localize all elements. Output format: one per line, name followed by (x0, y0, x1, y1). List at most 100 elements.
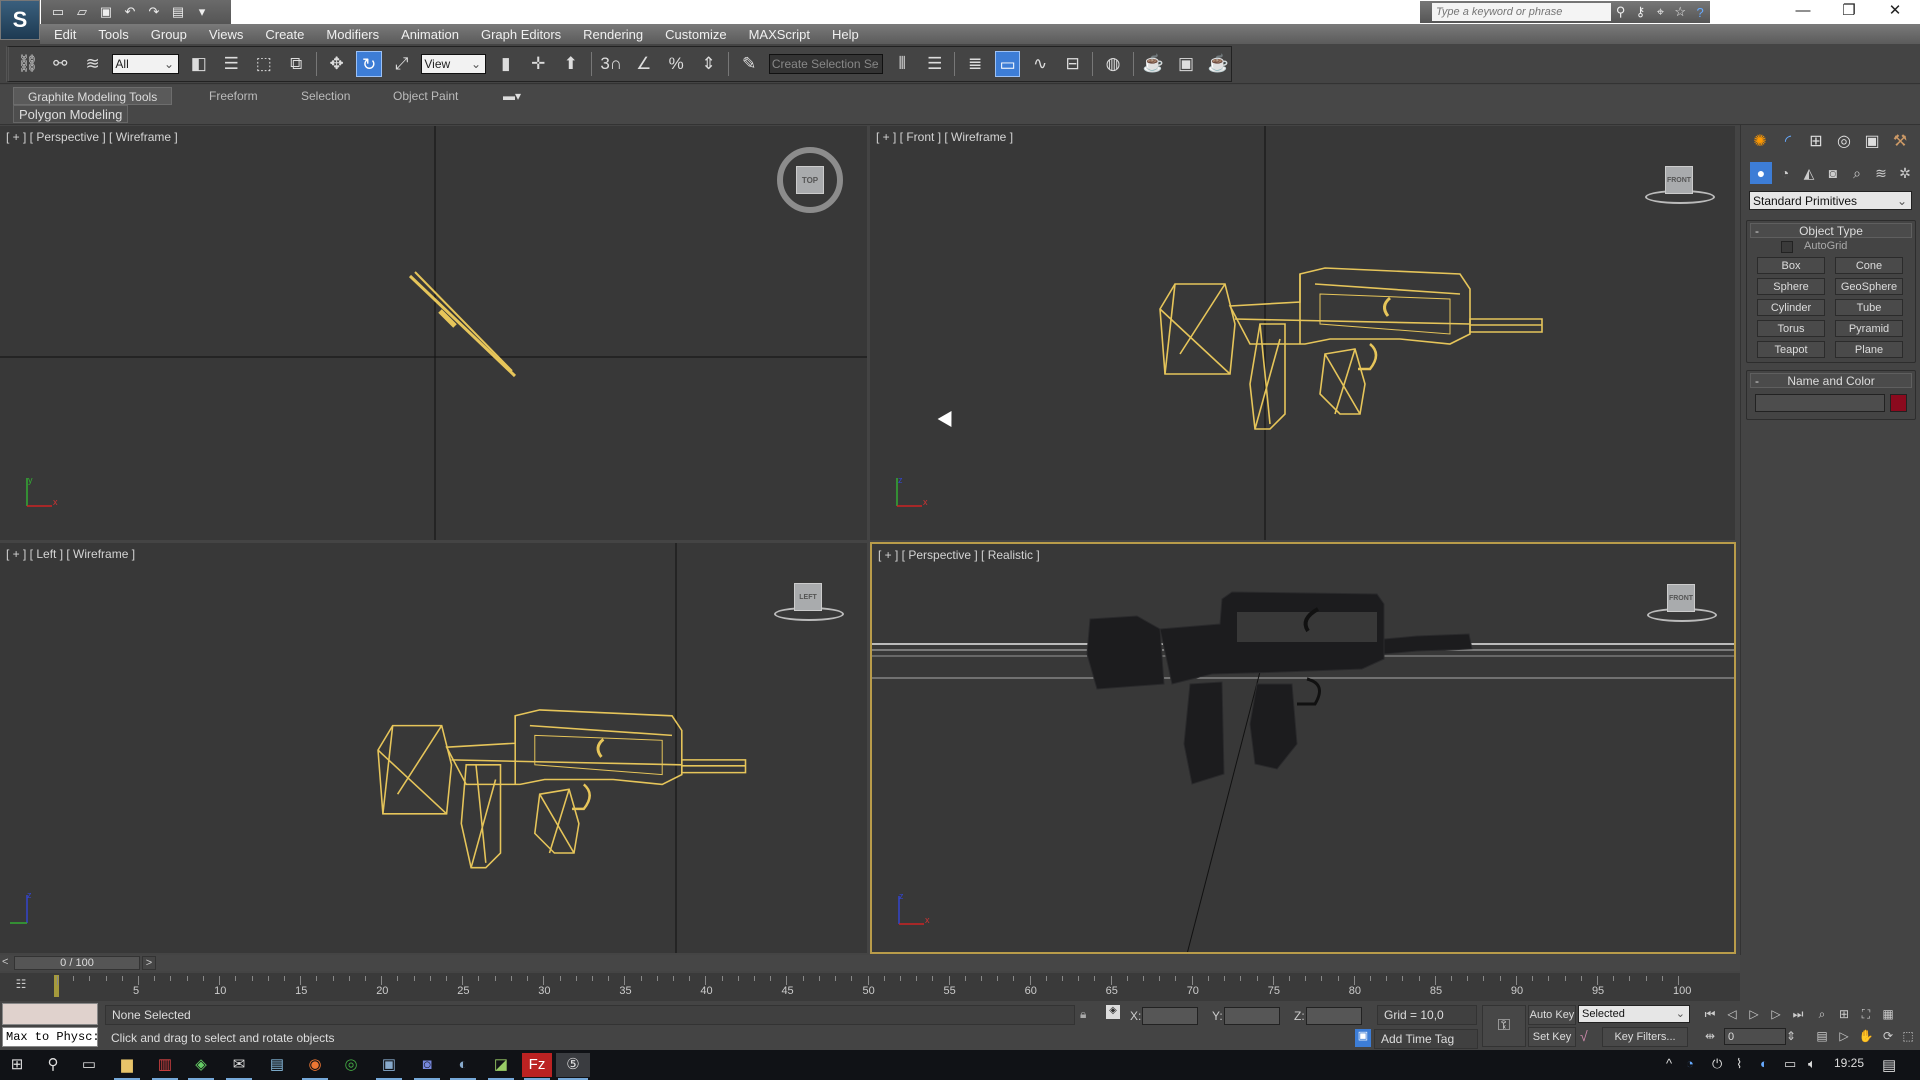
menu-create[interactable]: Create (265, 27, 304, 42)
auto-key-button[interactable]: Auto Key (1528, 1005, 1576, 1025)
menu-maxscript[interactable]: MAXScript (749, 27, 810, 42)
named-selection-dropdown[interactable]: Create Selection Se ⌄ (768, 54, 883, 74)
discord-icon[interactable]: ◙ (412, 1053, 442, 1080)
3ds-max-icon[interactable]: ⑤ (556, 1053, 590, 1080)
gun-realistic-object[interactable] (1086, 591, 1473, 785)
task-view-icon[interactable]: ▭ (74, 1053, 104, 1077)
bind-space-warp-icon[interactable]: ≋ (80, 51, 105, 77)
object-category-dropdown[interactable]: Standard Primitives ⌄ (1749, 191, 1912, 210)
plane-button[interactable]: Plane (1835, 341, 1903, 358)
select-and-rotate-icon[interactable]: ↻ (356, 51, 382, 77)
close-button[interactable]: ✕ (1872, 0, 1918, 24)
key-icon[interactable]: ⚷ (1631, 4, 1651, 20)
minimize-button[interactable]: — (1780, 0, 1826, 24)
viewcube[interactable]: TOP (796, 166, 824, 194)
mirror-icon[interactable]: ⫴ (890, 51, 915, 77)
space-warps-icon[interactable]: ≋ (1870, 162, 1892, 184)
torus-button[interactable]: Torus (1757, 320, 1825, 337)
tab-graphite-modeling-tools[interactable]: Graphite Modeling Tools (13, 87, 173, 105)
ribbon-options-icon[interactable]: ▬▾ (503, 87, 521, 105)
maximize-button[interactable]: ❐ (1826, 0, 1872, 24)
satellite-icon[interactable]: ⌖ (1650, 4, 1670, 20)
go-to-start-icon[interactable]: ⏮ (1700, 1005, 1720, 1023)
menu-tools[interactable]: Tools (98, 27, 128, 42)
hierarchy-tab-icon[interactable]: ⊞ (1803, 129, 1829, 155)
menu-group[interactable]: Group (151, 27, 187, 42)
chrome-icon[interactable]: ◎ (336, 1053, 366, 1077)
previous-key-icon[interactable]: ◁ (1722, 1005, 1742, 1023)
object-type-header[interactable]: - Object Type (1750, 223, 1912, 238)
select-manipulate-icon[interactable]: ✛ (526, 51, 551, 77)
tube-button[interactable]: Tube (1835, 299, 1903, 316)
viewport-label[interactable]: [ + ] [ Perspective ] [ Realistic ] (878, 548, 1040, 562)
menu-modifiers[interactable]: Modifiers (326, 27, 379, 42)
project-folder-icon[interactable]: ▤ (169, 4, 187, 20)
key-mode-toggle-icon[interactable]: ⇹ (1700, 1027, 1720, 1045)
search-input[interactable] (1432, 3, 1611, 21)
zoom-extents-icon[interactable]: ⛶ (1856, 1005, 1876, 1023)
lights-icon[interactable]: ◭ (1798, 162, 1820, 184)
cameras-icon[interactable]: ◙ (1822, 162, 1844, 184)
render-production-icon[interactable]: ☕ (1206, 51, 1231, 77)
viewport-perspective-realistic[interactable]: [ + ] [ Perspective ] [ Realistic ] z x … (870, 542, 1736, 954)
select-and-move-icon[interactable]: ✥ (324, 51, 349, 77)
tab-freeform[interactable]: Freeform (209, 87, 258, 105)
helpers-icon[interactable]: ⌕ (1846, 162, 1868, 184)
set-key-button[interactable]: Set Key (1528, 1027, 1576, 1047)
notepad-icon[interactable]: ▤ (262, 1053, 292, 1077)
gun-wireframe-object[interactable] (408, 271, 517, 378)
reference-coordinate-dropdown[interactable]: View ⌄ (421, 54, 487, 74)
menu-edit[interactable]: Edit (54, 27, 76, 42)
tab-selection[interactable]: Selection (301, 87, 350, 105)
systems-icon[interactable]: ✲ (1894, 162, 1916, 184)
viewport-label[interactable]: [ + ] [ Left ] [ Wireframe ] (6, 547, 135, 561)
tab-object-paint[interactable]: Object Paint (393, 87, 458, 105)
maxscript-mini-listener-top[interactable] (2, 1003, 98, 1025)
rectangular-selection-icon[interactable]: ⬚ (251, 51, 276, 77)
new-file-icon[interactable]: ▭ (49, 4, 67, 20)
display-tab-icon[interactable]: ▣ (1859, 129, 1885, 155)
app-icon-2[interactable]: ◈ (186, 1053, 216, 1080)
undo-icon[interactable]: ↶ (121, 4, 139, 20)
star-icon[interactable]: ☆ (1670, 4, 1690, 20)
steam-icon[interactable]: ◐ (448, 1053, 478, 1080)
object-name-input[interactable] (1755, 394, 1885, 412)
menu-rendering[interactable]: Rendering (583, 27, 643, 42)
curve-editor-icon[interactable]: ∿ (1027, 51, 1052, 77)
cone-button[interactable]: Cone (1835, 257, 1903, 274)
clock[interactable]: 19:25 (1834, 1056, 1864, 1070)
shapes-icon[interactable]: ◔ (1774, 162, 1796, 184)
viewcube[interactable]: FRONT (1667, 584, 1695, 612)
snaps-toggle-icon[interactable]: 3∩ (598, 51, 623, 77)
customize-dropdown-icon[interactable]: ▾ (193, 4, 211, 20)
create-tab-icon[interactable]: ✺ (1747, 129, 1773, 155)
remote-desktop-icon[interactable]: ▣ (374, 1053, 404, 1080)
modify-tab-icon[interactable]: ◜ (1775, 129, 1801, 155)
cylinder-button[interactable]: Cylinder (1757, 299, 1825, 316)
keyboard-shortcut-override-icon[interactable]: ⬆ (558, 51, 583, 77)
teapot-button[interactable]: Teapot (1757, 341, 1825, 358)
time-configuration-icon[interactable]: ▤ (1812, 1027, 1832, 1045)
edit-named-selection-icon[interactable]: ✎ (736, 51, 761, 77)
open-file-icon[interactable]: ▱ (73, 4, 91, 20)
viewport-label[interactable]: [ + ] [ Perspective ] [ Wireframe ] (6, 130, 178, 144)
box-button[interactable]: Box (1757, 257, 1825, 274)
angle-snap-icon[interactable]: ∠ (631, 51, 656, 77)
object-color-swatch[interactable] (1890, 394, 1907, 412)
utilities-tab-icon[interactable]: ⚒ (1887, 129, 1913, 155)
menu-views[interactable]: Views (209, 27, 243, 42)
link-icon[interactable]: ⛓ (15, 51, 40, 77)
paperclip-icon[interactable]: ⌇ (1736, 1056, 1742, 1072)
spinner-snap-icon[interactable]: ⇕ (696, 51, 721, 77)
panel-polygon-modeling[interactable]: Polygon Modeling (13, 105, 129, 123)
motion-tab-icon[interactable]: ◎ (1831, 129, 1857, 155)
align-icon[interactable]: ☰ (922, 51, 947, 77)
app-logo-button[interactable]: S (0, 0, 40, 40)
y-coordinate-input[interactable] (1224, 1007, 1280, 1025)
zoom-all-icon[interactable]: ⊞ (1834, 1005, 1854, 1023)
menu-customize[interactable]: Customize (665, 27, 726, 42)
menu-graph-editors[interactable]: Graph Editors (481, 27, 561, 42)
set-key-big-button[interactable]: ⚿ (1482, 1005, 1526, 1047)
maximize-viewport-icon[interactable]: ⬚ (1898, 1027, 1918, 1045)
steam-tray-icon[interactable]: ◐ (1760, 1056, 1768, 1071)
